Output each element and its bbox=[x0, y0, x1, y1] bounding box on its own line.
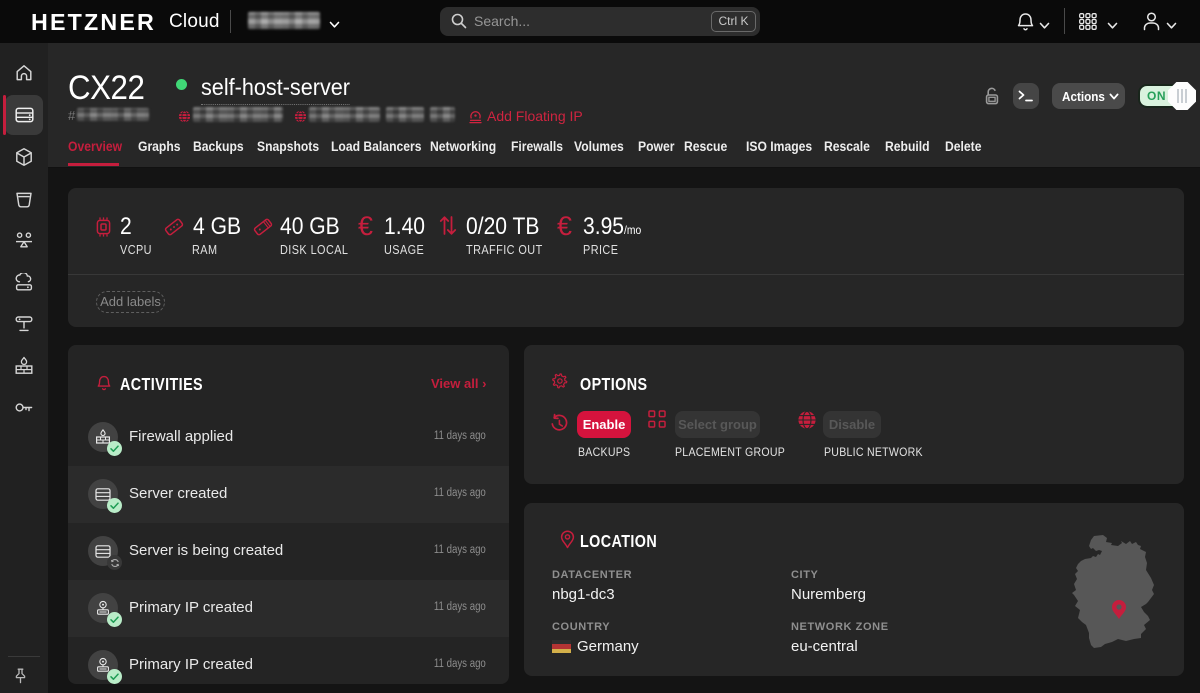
svg-text:HETZNER: HETZNER bbox=[31, 9, 156, 35]
